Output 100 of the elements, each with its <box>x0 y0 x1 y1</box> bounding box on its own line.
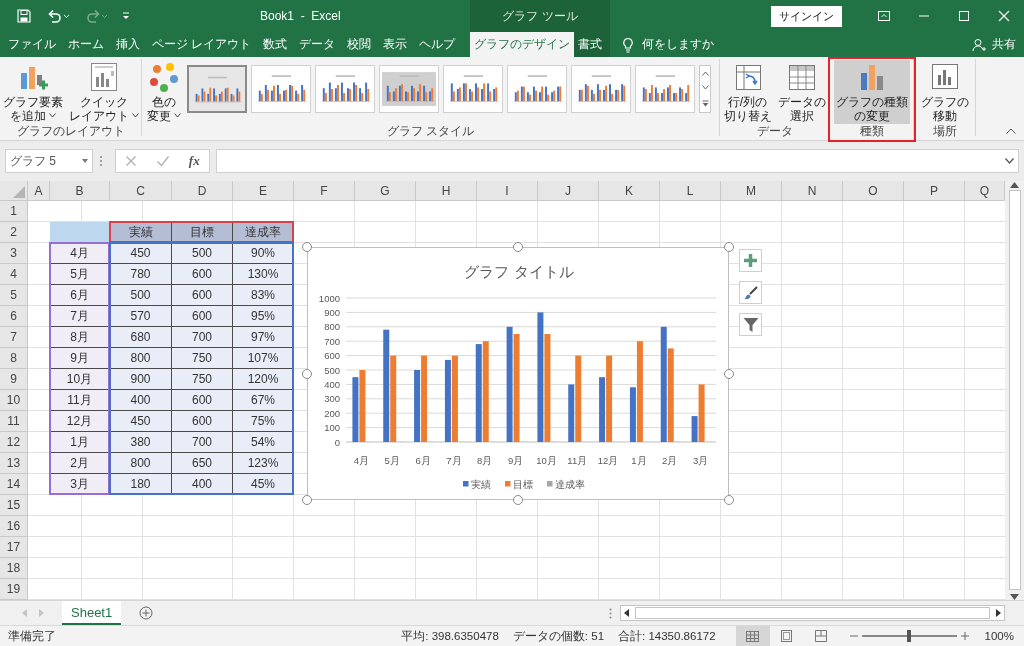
bar[interactable] <box>482 341 489 442</box>
undo-icon[interactable] <box>46 8 70 24</box>
chart-title[interactable]: グラフ タイトル <box>464 263 574 280</box>
chart-style-thumbnail[interactable] <box>187 65 247 113</box>
dropdown-icon[interactable] <box>82 159 88 163</box>
share-button[interactable]: 共有 <box>992 37 1016 52</box>
ribbon-button[interactable]: 行/列の 切り替え <box>721 60 774 124</box>
legend-item[interactable]: 目標 <box>505 478 533 490</box>
chart-style-thumbnail[interactable] <box>379 65 439 113</box>
bar[interactable] <box>475 344 482 442</box>
bar[interactable] <box>513 334 520 442</box>
ribbon-tab[interactable]: 校閲 <box>341 32 378 57</box>
chart-style-thumbnail[interactable] <box>571 65 631 113</box>
ribbon-tab[interactable]: ページ レイアウト <box>146 32 258 57</box>
chart-style-thumbnail[interactable] <box>507 65 567 113</box>
zoom-out-icon[interactable] <box>849 632 858 640</box>
column-header[interactable]: K <box>599 181 660 201</box>
row-header[interactable]: 14 <box>0 474 28 495</box>
chart-tool-button[interactable] <box>739 313 762 336</box>
resize-handle[interactable] <box>513 495 523 505</box>
legend-item[interactable]: 実績 <box>463 478 491 490</box>
scroll-down-icon[interactable] <box>701 85 709 91</box>
resize-handle[interactable] <box>513 242 523 252</box>
ribbon-tab[interactable]: 数式 <box>257 32 294 57</box>
row-header[interactable]: 2 <box>0 222 28 243</box>
expand-icon[interactable] <box>1005 158 1014 164</box>
chart-style-thumbnail[interactable] <box>443 65 503 113</box>
ribbon-tab[interactable]: 書式 <box>574 32 606 57</box>
ribbon-button[interactable]: グラフの 移動 <box>918 60 971 124</box>
row-header[interactable]: 12 <box>0 432 28 453</box>
enter-icon[interactable] <box>156 155 171 167</box>
scrollbar-thumb[interactable] <box>1008 190 1021 590</box>
bar[interactable] <box>636 341 643 442</box>
legend-item[interactable]: 達成率 <box>547 478 585 490</box>
zoom-level[interactable]: 100% <box>984 630 1014 642</box>
maximize-icon[interactable] <box>957 9 971 23</box>
column-header[interactable]: N <box>782 181 843 201</box>
bar[interactable] <box>506 326 513 442</box>
column-header[interactable]: A <box>28 181 50 201</box>
ribbon-tab[interactable]: 挿入 <box>110 32 146 57</box>
row-header[interactable]: 18 <box>0 558 28 579</box>
bar[interactable] <box>660 326 667 442</box>
resize-handle[interactable] <box>724 242 734 252</box>
bar[interactable] <box>414 370 421 442</box>
sheet-tab[interactable]: Sheet1 <box>62 601 122 625</box>
formula-field[interactable] <box>216 149 1019 173</box>
ribbon-button[interactable]: データの 選択 <box>775 60 828 124</box>
ribbon-tab[interactable]: 表示 <box>377 32 414 57</box>
column-header[interactable]: F <box>294 181 355 201</box>
resize-handle[interactable] <box>724 495 734 505</box>
scrollbar-thumb[interactable] <box>635 607 990 619</box>
ribbon-tab[interactable]: グラフのデザイン <box>470 32 574 57</box>
bar[interactable] <box>599 377 606 442</box>
chart-tool-button[interactable] <box>739 249 762 272</box>
bar[interactable] <box>451 355 458 442</box>
column-header[interactable]: P <box>904 181 965 201</box>
row-header[interactable]: 19 <box>0 579 28 600</box>
bar[interactable] <box>390 355 397 442</box>
row-header[interactable]: 7 <box>0 327 28 348</box>
ribbon-tab[interactable]: ホーム <box>62 32 110 57</box>
row-header[interactable]: 13 <box>0 453 28 474</box>
resize-handle[interactable] <box>724 368 734 379</box>
ribbon-button[interactable]: 色の 変更 <box>145 60 183 124</box>
row-header[interactable]: 4 <box>0 264 28 285</box>
insert-function-button[interactable]: fx <box>188 153 200 169</box>
bar[interactable] <box>544 334 551 442</box>
bar[interactable] <box>421 355 428 442</box>
column-header[interactable]: I <box>477 181 538 201</box>
ribbon-tab[interactable]: ファイル <box>2 32 62 57</box>
bar[interactable] <box>568 384 575 442</box>
more-icon[interactable] <box>701 100 709 108</box>
bar[interactable] <box>691 416 698 442</box>
ribbon-button[interactable]: グラフの種類 の変更 <box>833 60 910 124</box>
view-button[interactable] <box>735 626 770 646</box>
bar[interactable] <box>444 359 451 442</box>
column-header[interactable]: C <box>110 181 172 201</box>
bar[interactable] <box>383 329 390 442</box>
column-header[interactable]: Q <box>965 181 1005 201</box>
column-header[interactable]: J <box>538 181 599 201</box>
column-header[interactable]: D <box>172 181 233 201</box>
ribbon-button[interactable]: グラフ要素 を追加 <box>0 60 65 124</box>
bar[interactable] <box>359 370 366 442</box>
close-icon[interactable] <box>997 9 1011 23</box>
chart-tool-button[interactable] <box>739 281 762 304</box>
row-header[interactable]: 16 <box>0 516 28 537</box>
row-header[interactable]: 3 <box>0 243 28 264</box>
customize-icon[interactable] <box>122 11 130 21</box>
row-header[interactable]: 5 <box>0 285 28 306</box>
bar[interactable] <box>606 355 613 442</box>
resize-handle[interactable] <box>302 368 312 379</box>
ribbon-tab[interactable]: ヘルプ <box>413 32 462 57</box>
column-header[interactable]: H <box>416 181 477 201</box>
sign-in-button[interactable]: サインイン <box>771 5 842 27</box>
bar[interactable] <box>575 355 582 442</box>
row-header[interactable]: 17 <box>0 537 28 558</box>
column-header[interactable]: B <box>50 181 110 201</box>
row-header[interactable]: 9 <box>0 369 28 390</box>
save-icon[interactable] <box>16 8 32 24</box>
column-header[interactable]: M <box>721 181 782 201</box>
bar[interactable] <box>537 312 544 442</box>
